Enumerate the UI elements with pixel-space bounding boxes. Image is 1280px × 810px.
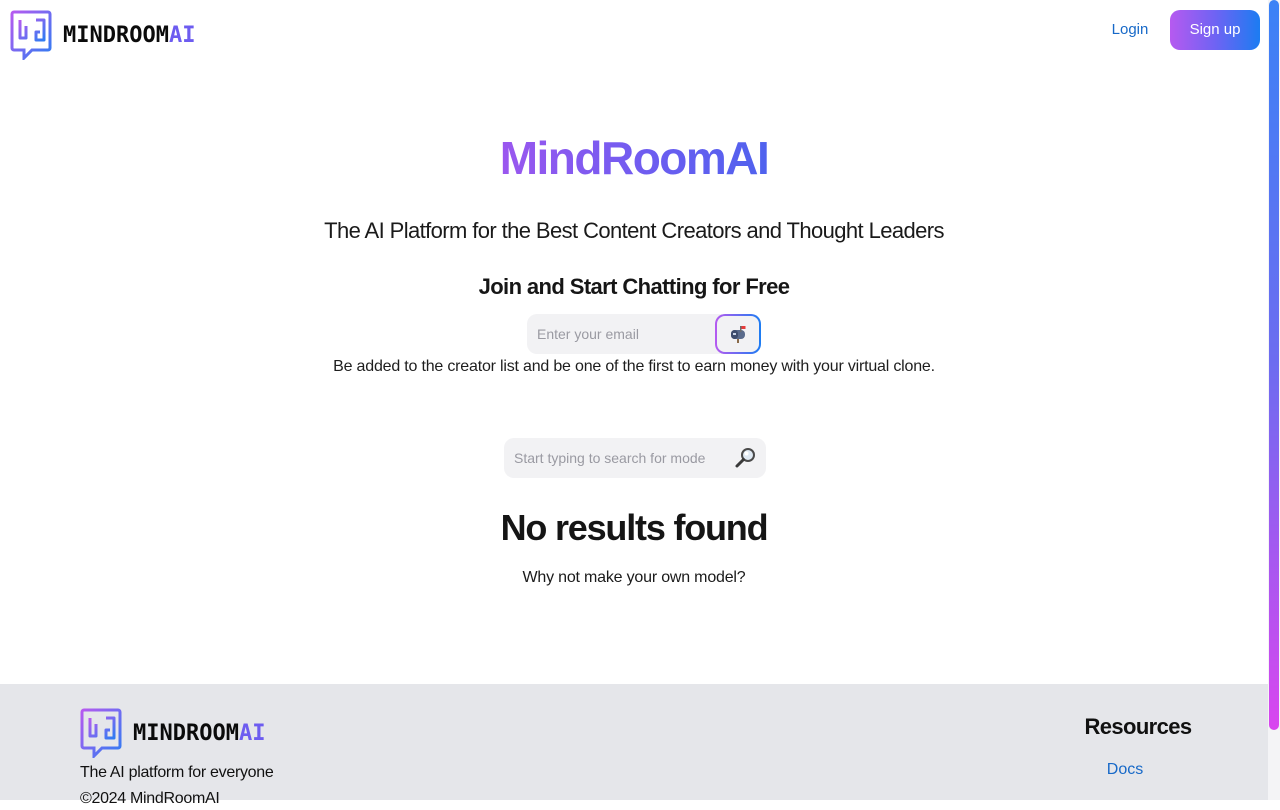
creator-list-note: Be added to the creator list and be one … — [333, 358, 935, 375]
search-button[interactable] — [734, 446, 760, 470]
header-logo[interactable]: MINDROOMAI — [10, 10, 195, 60]
login-link[interactable]: Login — [1098, 18, 1162, 42]
email-submit-button[interactable] — [715, 314, 761, 354]
model-search-input[interactable] — [504, 438, 729, 478]
signup-button[interactable]: Sign up — [1170, 10, 1260, 50]
model-search-box — [504, 438, 766, 478]
join-heading: Join and Start Chatting for Free — [478, 274, 790, 299]
page-footer: MINDROOMAI The AI platform for everyone … — [0, 684, 1268, 807]
page-scrollbar-thumb[interactable] — [1269, 0, 1279, 730]
footer-tagline: The AI platform for everyone — [80, 764, 274, 781]
footer-logo-wordmark: MINDROOMAI — [133, 721, 265, 746]
mindroom-logo-icon — [80, 708, 122, 758]
magnifier-icon — [735, 448, 755, 468]
email-submit-inner — [717, 316, 759, 352]
page-scrollbar-track[interactable] — [1268, 0, 1280, 800]
footer-wordmark-main: MINDROOM — [133, 720, 239, 746]
logo-wordmark-suffix: AI — [168, 22, 196, 48]
logo-wordmark: MINDROOMAI — [63, 23, 195, 48]
hero-tagline: The AI Platform for the Best Content Cre… — [324, 218, 944, 243]
docs-link[interactable]: Docs — [1090, 759, 1160, 781]
email-input[interactable] — [527, 314, 722, 354]
logo-wordmark-main: MINDROOM — [63, 22, 169, 48]
footer-wordmark-suffix: AI — [238, 720, 266, 746]
hero-title: MindRoomAI — [0, 130, 1268, 186]
no-results-title: No results found — [500, 507, 769, 548]
resources-heading: Resources — [1084, 714, 1192, 739]
footer-copyright: ©2024 MindRoomAI — [80, 790, 220, 807]
mindroom-logo-icon — [10, 10, 52, 60]
top-header: MINDROOMAI Login Sign up — [0, 0, 1268, 64]
hero-title-text: MindRoomAI — [499, 132, 770, 184]
mailbox-icon — [731, 326, 746, 343]
no-results-subtitle: Why not make your own model? — [522, 569, 746, 586]
footer-logo[interactable]: MINDROOMAI — [80, 708, 265, 758]
